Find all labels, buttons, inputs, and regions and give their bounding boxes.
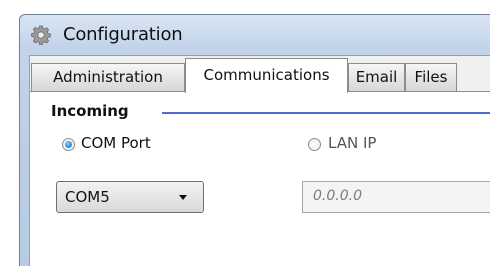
com-port-radio[interactable]	[62, 138, 75, 151]
lan-ip-radio[interactable]	[308, 138, 321, 151]
tab-strip: Administration Communications Email File…	[30, 56, 490, 93]
com-port-select[interactable]: COM5	[56, 181, 204, 213]
tab-administration[interactable]: Administration	[31, 63, 185, 91]
com-port-label[interactable]: COM Port	[81, 134, 151, 152]
lan-ip-input[interactable]: 0.0.0.0	[302, 181, 490, 213]
incoming-group-title: Incoming	[51, 102, 129, 120]
gear-icon	[31, 25, 51, 45]
lan-ip-label[interactable]: LAN IP	[328, 134, 376, 152]
communications-panel: Incoming COM Port LAN IP COM5 0.0.0.0	[30, 92, 490, 266]
chevron-down-icon[interactable]	[179, 195, 187, 200]
lan-ip-placeholder: 0.0.0.0	[313, 188, 362, 204]
configuration-window: Configuration Administration Communicati…	[19, 14, 490, 266]
tab-email[interactable]: Email	[348, 63, 405, 91]
incoming-group-divider	[162, 112, 490, 114]
dialog-client-area: Administration Communications Email File…	[29, 55, 490, 266]
tab-communications[interactable]: Communications	[185, 58, 348, 93]
window-title: Configuration	[63, 24, 183, 45]
title-bar[interactable]: Configuration	[20, 15, 490, 55]
com-port-select-value: COM5	[65, 188, 110, 206]
tab-files[interactable]: Files	[405, 63, 457, 91]
